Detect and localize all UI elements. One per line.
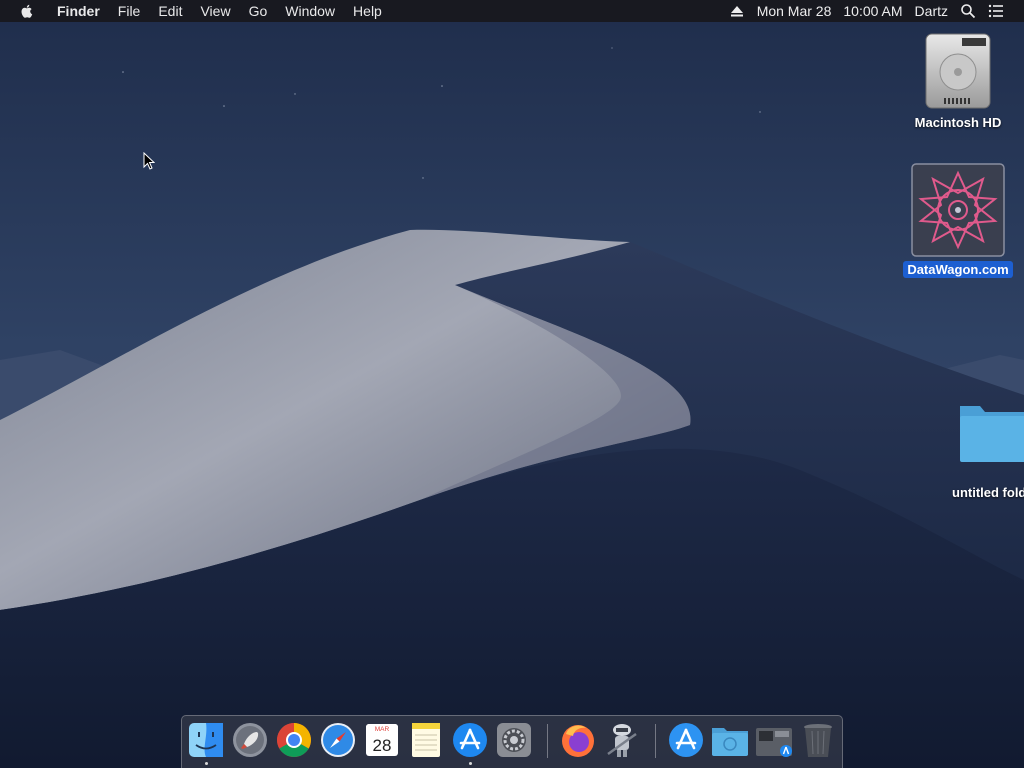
hard-drive-icon <box>925 33 991 109</box>
calendar-day: 28 <box>373 736 392 755</box>
dock-separator <box>655 724 656 758</box>
notes-icon[interactable] <box>406 720 446 760</box>
desktop-icon-untitled-folder[interactable]: untitled folder <box>952 400 1024 502</box>
menu-window[interactable]: Window <box>276 0 344 22</box>
dock: MAR 28 <box>181 715 843 768</box>
app-store-icon[interactable] <box>450 720 490 760</box>
menu-file[interactable]: File <box>109 0 150 22</box>
app-store-icon[interactable] <box>666 720 706 760</box>
menu-edit[interactable]: Edit <box>149 0 191 22</box>
gear-icon[interactable] <box>494 720 534 760</box>
notification-center-icon[interactable] <box>988 3 1004 19</box>
spotlight-search-icon[interactable] <box>960 3 976 19</box>
menubar-user[interactable]: Dartz <box>909 0 954 22</box>
calendar-month: MAR <box>375 726 390 733</box>
downloads-stack-icon[interactable] <box>754 720 794 760</box>
menubar-date[interactable]: Mon Mar 28 <box>751 0 838 22</box>
menu-bar: Finder File Edit View Go Window Help Mon… <box>0 0 1024 22</box>
folder-icon <box>960 406 1024 462</box>
dock-separator <box>547 724 548 758</box>
mandala-image-icon <box>911 163 1005 257</box>
desktop-icon-label: Macintosh HD <box>914 115 1002 130</box>
calendar-icon[interactable]: MAR 28 <box>362 720 402 760</box>
trash-icon[interactable] <box>798 720 838 760</box>
automator-robot-icon[interactable] <box>602 720 642 760</box>
desktop-icon-macintosh-hd[interactable]: Macintosh HD <box>900 30 1016 132</box>
desktop-icon-label: DataWagon.com <box>903 261 1013 278</box>
menu-help[interactable]: Help <box>344 0 391 22</box>
launchpad-rocket-icon[interactable] <box>230 720 270 760</box>
eject-icon[interactable] <box>729 3 745 19</box>
menubar-time[interactable]: 10:00 AM <box>837 0 908 22</box>
menu-app-finder[interactable]: Finder <box>48 0 109 22</box>
running-indicator <box>469 762 472 765</box>
safari-compass-icon[interactable] <box>318 720 358 760</box>
menu-go[interactable]: Go <box>240 0 277 22</box>
menu-view[interactable]: View <box>191 0 239 22</box>
desktop-icon-label: untitled folder <box>952 485 1024 500</box>
applications-folder-icon[interactable] <box>710 720 750 760</box>
apple-icon[interactable] <box>19 3 35 19</box>
mouse-cursor-icon <box>143 152 155 170</box>
running-indicator <box>205 762 208 765</box>
finder-icon[interactable] <box>186 720 226 760</box>
desktop-icon-datawagon[interactable]: DataWagon.com <box>900 163 1016 279</box>
desktop-wallpaper <box>0 0 1024 768</box>
chrome-icon[interactable] <box>274 720 314 760</box>
firefox-icon[interactable] <box>558 720 598 760</box>
